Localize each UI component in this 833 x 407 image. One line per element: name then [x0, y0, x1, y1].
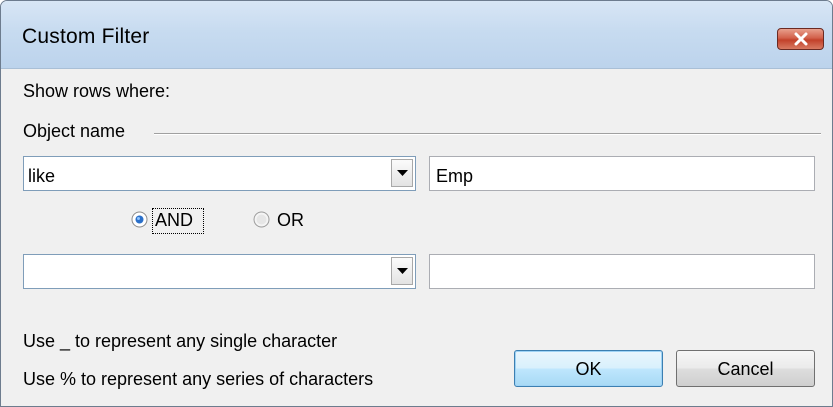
- operator-combo-1[interactable]: like: [23, 156, 416, 191]
- show-rows-label: Show rows where:: [23, 81, 171, 101]
- ok-button[interactable]: OK: [514, 350, 663, 387]
- value-input-1[interactable]: Emp: [429, 156, 815, 191]
- group-separator: [154, 133, 821, 135]
- close-button[interactable]: [777, 28, 824, 50]
- custom-filter-dialog: Custom Filter Show rows where: Object na…: [0, 0, 833, 407]
- chevron-down-icon: [397, 268, 408, 274]
- operator-1-dropdown-button[interactable]: [391, 159, 413, 187]
- ok-button-label: OK: [575, 359, 602, 379]
- cancel-button[interactable]: Cancel: [676, 350, 815, 387]
- cancel-button-label: Cancel: [717, 359, 774, 379]
- operator-1-value: like: [28, 166, 56, 186]
- and-label[interactable]: AND: [155, 210, 193, 231]
- close-icon: [794, 32, 808, 46]
- operator-2-dropdown-button[interactable]: [391, 257, 413, 285]
- radio-or[interactable]: [253, 211, 270, 228]
- value-input-2[interactable]: [429, 254, 815, 289]
- or-label[interactable]: OR: [277, 210, 304, 231]
- radio-and[interactable]: [131, 211, 148, 228]
- window-title: Custom Filter: [22, 25, 150, 48]
- hint-single-char: Use _ to represent any single character: [23, 331, 338, 351]
- title-bar[interactable]: Custom Filter: [1, 1, 832, 69]
- field-name-label: Object name: [23, 121, 126, 141]
- operator-combo-2[interactable]: [23, 254, 416, 289]
- hint-series-chars: Use % to represent any series of charact…: [23, 369, 374, 389]
- chevron-down-icon: [397, 170, 408, 176]
- value-1-text: Emp: [436, 166, 474, 186]
